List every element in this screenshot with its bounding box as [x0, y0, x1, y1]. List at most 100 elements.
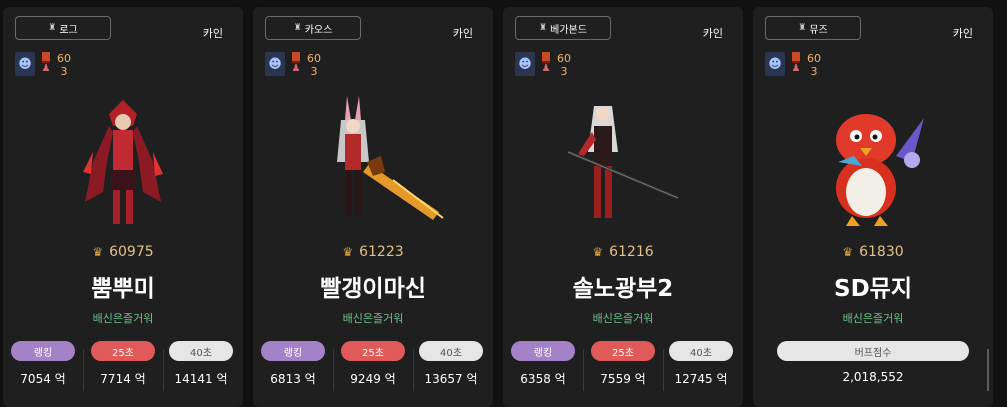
server-label: 카인	[452, 27, 473, 40]
crown-icon: ♛	[92, 245, 104, 259]
divider	[83, 349, 84, 391]
s40-value: 13657 억	[424, 372, 478, 386]
fame-score: ♛ 61223	[253, 244, 493, 260]
face-icon: ☻	[265, 52, 285, 76]
stat-25s: 25초 7714 억	[91, 341, 155, 387]
ranking-value: 6358 억	[520, 372, 566, 386]
ranking-value: 7054 억	[20, 372, 66, 386]
server-label: 카인	[952, 27, 973, 40]
s25-value: 7714 억	[100, 372, 146, 386]
job-tag[interactable]: ♜ 뮤즈	[765, 16, 861, 40]
job-tag[interactable]: ♜ 로그	[15, 16, 111, 40]
ranking-badge: 랭킹	[11, 341, 75, 361]
character-sprite	[753, 87, 993, 237]
s40-badge: 40초	[169, 341, 233, 361]
s25-badge: 25초	[591, 341, 655, 361]
fame-value: 60975	[109, 244, 154, 260]
job-label: 베가본드	[550, 24, 587, 36]
medal-icon: ♟	[539, 52, 553, 75]
server-label: 카인	[702, 27, 723, 40]
job-label: 로그	[59, 24, 78, 36]
divider	[333, 349, 334, 391]
buff-value: 2,018,552	[842, 370, 904, 384]
character-sprite	[3, 87, 243, 237]
stat-25s: 25초 7559 억	[591, 341, 655, 387]
ranking-badge: 랭킹	[261, 341, 325, 361]
character-card[interactable]: ♜ 베가본드 카인 ☻ ♟ 60 3 ♛ 61216 솔노광부2 배신은즐거워	[503, 7, 743, 407]
s40-value: 12745 억	[674, 372, 728, 386]
character-silhouette-icon: ♜	[539, 23, 548, 33]
level-value: 60	[557, 52, 571, 65]
s40-value: 14141 억	[174, 372, 228, 386]
divider	[413, 349, 414, 391]
character-name[interactable]: 빨갱이마신	[253, 269, 493, 303]
character-card[interactable]: ♜ 뮤즈 카인 ☻ ♟ 60 3 ♛ 61830 SD뮤지 배신은즐거워 버프점…	[753, 7, 993, 407]
count-value: 3	[310, 65, 318, 78]
s25-badge: 25초	[91, 341, 155, 361]
crown-icon: ♛	[842, 245, 854, 259]
stat-25s: 25초 9249 억	[341, 341, 405, 387]
fame-score: ♛ 61216	[503, 244, 743, 260]
character-silhouette-icon: ♜	[48, 23, 57, 33]
face-icon: ☻	[15, 52, 35, 76]
ranking-badge: 랭킹	[511, 341, 575, 361]
server-label: 카인	[202, 27, 223, 40]
stat-40s: 40초 14141 억	[169, 341, 233, 387]
icon-row: ☻ ♟ 60 3	[15, 52, 71, 78]
scrollbar[interactable]	[987, 349, 989, 391]
character-name[interactable]: 뿜뿌미	[3, 269, 243, 303]
fame-score: ♛ 61830	[753, 244, 993, 260]
job-tag[interactable]: ♜ 베가본드	[515, 16, 611, 40]
medal-icon: ♟	[289, 52, 303, 75]
character-name[interactable]: 솔노광부2	[503, 269, 743, 303]
icon-row: ☻ ♟ 60 3	[265, 52, 321, 78]
icon-row: ☻ ♟ 60 3	[765, 52, 821, 78]
icon-row: ☻ ♟ 60 3	[515, 52, 571, 78]
stat-40s: 40초 12745 억	[669, 341, 733, 387]
crown-icon: ♛	[342, 245, 354, 259]
divider	[163, 349, 164, 391]
face-icon: ☻	[515, 52, 535, 76]
character-sprite	[253, 87, 493, 237]
s25-value: 7559 억	[600, 372, 646, 386]
guild-name[interactable]: 배신은즐거워	[253, 310, 493, 326]
character-silhouette-icon: ♜	[798, 23, 807, 33]
level-value: 60	[307, 52, 321, 65]
count-value: 3	[810, 65, 818, 78]
count-value: 3	[60, 65, 68, 78]
character-name[interactable]: SD뮤지	[753, 269, 993, 303]
fame-value: 61223	[359, 244, 404, 260]
medal-icon: ♟	[789, 52, 803, 75]
ranking-value: 6813 억	[270, 372, 316, 386]
stat-40s: 40초 13657 억	[419, 341, 483, 387]
character-silhouette-icon: ♜	[293, 23, 302, 33]
guild-name[interactable]: 배신은즐거워	[3, 310, 243, 326]
character-sprite	[503, 87, 743, 237]
face-icon: ☻	[765, 52, 785, 76]
divider	[583, 349, 584, 391]
count-value: 3	[560, 65, 568, 78]
s25-badge: 25초	[341, 341, 405, 361]
job-tag[interactable]: ♜ 카오스	[265, 16, 361, 40]
fame-value: 61216	[609, 244, 654, 260]
s25-value: 9249 억	[350, 372, 396, 386]
divider	[663, 349, 664, 391]
job-label: 카오스	[304, 24, 333, 36]
guild-name[interactable]: 배신은즐거워	[503, 310, 743, 326]
level-value: 60	[57, 52, 71, 65]
s40-badge: 40초	[419, 341, 483, 361]
fame-score: ♛ 60975	[3, 244, 243, 260]
crown-icon: ♛	[592, 245, 604, 259]
buff-badge: 버프점수	[777, 341, 969, 361]
character-card[interactable]: ♜ 로그 카인 ☻ ♟ 60 3 ♛ 60975 뿜뿌미 배신은즐거워 랭킹 7…	[3, 7, 243, 407]
stat-buff: 버프점수 2,018,552	[777, 341, 969, 384]
character-card[interactable]: ♜ 카오스 카인 ☻ ♟ 60 3 ♛ 61223 빨갱이마신 배신은즐거워 랭…	[253, 7, 493, 407]
fame-value: 61830	[859, 244, 904, 260]
stat-ranking: 랭킹 6813 억	[261, 341, 325, 387]
level-value: 60	[807, 52, 821, 65]
stat-ranking: 랭킹 7054 억	[11, 341, 75, 387]
job-label: 뮤즈	[809, 24, 828, 36]
stat-ranking: 랭킹 6358 억	[511, 341, 575, 387]
guild-name[interactable]: 배신은즐거워	[753, 310, 993, 326]
s40-badge: 40초	[669, 341, 733, 361]
